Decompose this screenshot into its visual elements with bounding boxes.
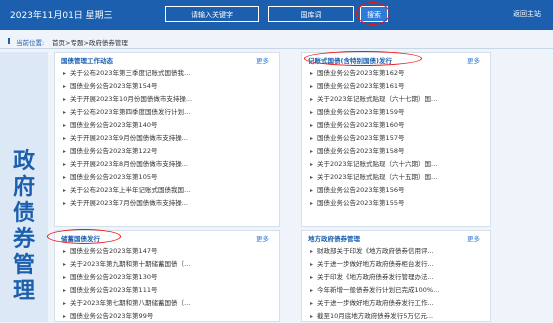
list-item[interactable]: 截至10月底地方政府债券发行5万亿元... xyxy=(310,310,484,323)
breadcrumb-label: 当前位置: xyxy=(16,39,45,47)
list-item[interactable]: 关于2023年记账式贴现（六十五期）国... xyxy=(310,171,484,184)
panel-savings-bonds: 储蓄国债发行 更多 国债业务公告2023年第147号 关于2023年第九期和第十… xyxy=(47,229,280,323)
list-item[interactable]: 关于进一步做好地方政府债券柜台发行... xyxy=(310,258,484,271)
panel-title[interactable]: 储蓄国债发行 xyxy=(61,233,100,243)
news-list: 财政部关于印发《地方政府债券信用评... 关于进一步做好地方政府债券柜台发行..… xyxy=(310,245,484,323)
search-input[interactable]: 请输入关键字 xyxy=(165,6,259,22)
list-item[interactable]: 国债业务公告2023年第159号 xyxy=(310,106,484,119)
list-item[interactable]: 关于开展2023年8月份国债做市支持操... xyxy=(63,158,273,171)
panel-title[interactable]: 国债管理工作动态 xyxy=(61,55,113,65)
list-item[interactable]: 关于印发《地方政府债券发行管理办法... xyxy=(310,271,484,284)
list-item[interactable]: 国债业务公告2023年第140号 xyxy=(63,119,273,132)
news-list: 关于公布2023年第三季度记账式国债我... 国债业务公告2023年第154号 … xyxy=(63,67,273,210)
list-item[interactable]: 关于开展2023年7月份国债做市支持操... xyxy=(63,197,273,210)
panel-book-entry-bonds: 记账式国债(含特别国债)发行 更多 国债业务公告2023年第162号 国债业务公… xyxy=(301,51,491,227)
list-item[interactable]: 关于开展2023年10月份国债做市支持操... xyxy=(63,93,273,106)
more-link[interactable]: 更多 xyxy=(467,233,480,243)
list-item[interactable]: 关于进一步做好地方政府债券发行工作... xyxy=(310,297,484,310)
list-item[interactable]: 国债业务公告2023年第156号 xyxy=(310,184,484,197)
more-link[interactable]: 更多 xyxy=(256,233,269,243)
list-item[interactable]: 国债业务公告2023年第130号 xyxy=(63,271,273,284)
list-item[interactable]: 关于2023年记账式贴现（六十七期）国... xyxy=(310,93,484,106)
list-item[interactable]: 关于2023年记账式贴现（六十六期）国... xyxy=(310,158,484,171)
list-item[interactable]: 国债业务公告2023年第122号 xyxy=(63,145,273,158)
top-bar: 2023年11月01日 星期三 请输入关键字 国库词 搜索 返回主站 xyxy=(0,0,553,30)
location-icon xyxy=(8,38,10,44)
database-select[interactable]: 国库词 xyxy=(268,6,354,22)
home-link[interactable]: 返回主站 xyxy=(513,9,541,19)
breadcrumb-path[interactable]: 首页>专题>政府债券管理 xyxy=(52,37,128,47)
list-item[interactable]: 国债业务公告2023年第99号 xyxy=(63,310,273,323)
list-item[interactable]: 国债业务公告2023年第157号 xyxy=(310,132,484,145)
list-item[interactable]: 国债业务公告2023年第105号 xyxy=(63,171,273,184)
sidebar-banner: 政府债券管理 xyxy=(0,52,48,322)
list-item[interactable]: 国债业务公告2023年第154号 xyxy=(63,80,273,93)
list-item[interactable]: 关于2023年第九期和第十期储蓄国债（... xyxy=(63,258,273,271)
news-list: 国债业务公告2023年第162号 国债业务公告2023年第161号 关于2023… xyxy=(310,67,484,210)
list-item[interactable]: 国债业务公告2023年第160号 xyxy=(310,119,484,132)
list-item[interactable]: 国债业务公告2023年第155号 xyxy=(310,197,484,210)
list-item[interactable]: 财政部关于印发《地方政府债券信用评... xyxy=(310,245,484,258)
list-item[interactable]: 今年新增一般债券发行计划已完成100%... xyxy=(310,284,484,297)
list-item[interactable]: 国债业务公告2023年第147号 xyxy=(63,245,273,258)
more-link[interactable]: 更多 xyxy=(467,55,480,65)
list-item[interactable]: 国债业务公告2023年第111号 xyxy=(63,284,273,297)
list-item[interactable]: 关于公布2023年第三季度记账式国债我... xyxy=(63,67,273,80)
panel-debt-management: 国债管理工作动态 更多 关于公布2023年第三季度记账式国债我... 国债业务公… xyxy=(54,52,280,227)
list-item[interactable]: 关于公布2023年上半年记账式国债我国... xyxy=(63,184,273,197)
current-date: 2023年11月01日 星期三 xyxy=(10,11,113,21)
list-item[interactable]: 关于2023年第七期和第八期储蓄国债（... xyxy=(63,297,273,310)
sidebar-title: 政府债券管理 xyxy=(12,148,35,304)
panel-title[interactable]: 记账式国债(含特别国债)发行 xyxy=(308,55,392,65)
panel-title[interactable]: 地方政府债券管理 xyxy=(308,233,360,243)
highlight-circle xyxy=(356,2,390,25)
list-item[interactable]: 国债业务公告2023年第162号 xyxy=(310,67,484,80)
more-link[interactable]: 更多 xyxy=(256,55,269,65)
panel-local-government-bonds: 地方政府债券管理 更多 财政部关于印发《地方政府债券信用评... 关于进一步做好… xyxy=(301,230,491,322)
right-margin xyxy=(493,52,553,322)
news-list: 国债业务公告2023年第147号 关于2023年第九期和第十期储蓄国债（... … xyxy=(63,245,273,323)
list-item[interactable]: 国债业务公告2023年第158号 xyxy=(310,145,484,158)
list-item[interactable]: 关于公布2023年第四季度国债发行计划... xyxy=(63,106,273,119)
breadcrumb: 当前位置: 首页>专题>政府债券管理 xyxy=(0,34,553,49)
list-item[interactable]: 关于开展2023年9月份国债做市支持操... xyxy=(63,132,273,145)
list-item[interactable]: 国债业务公告2023年第161号 xyxy=(310,80,484,93)
